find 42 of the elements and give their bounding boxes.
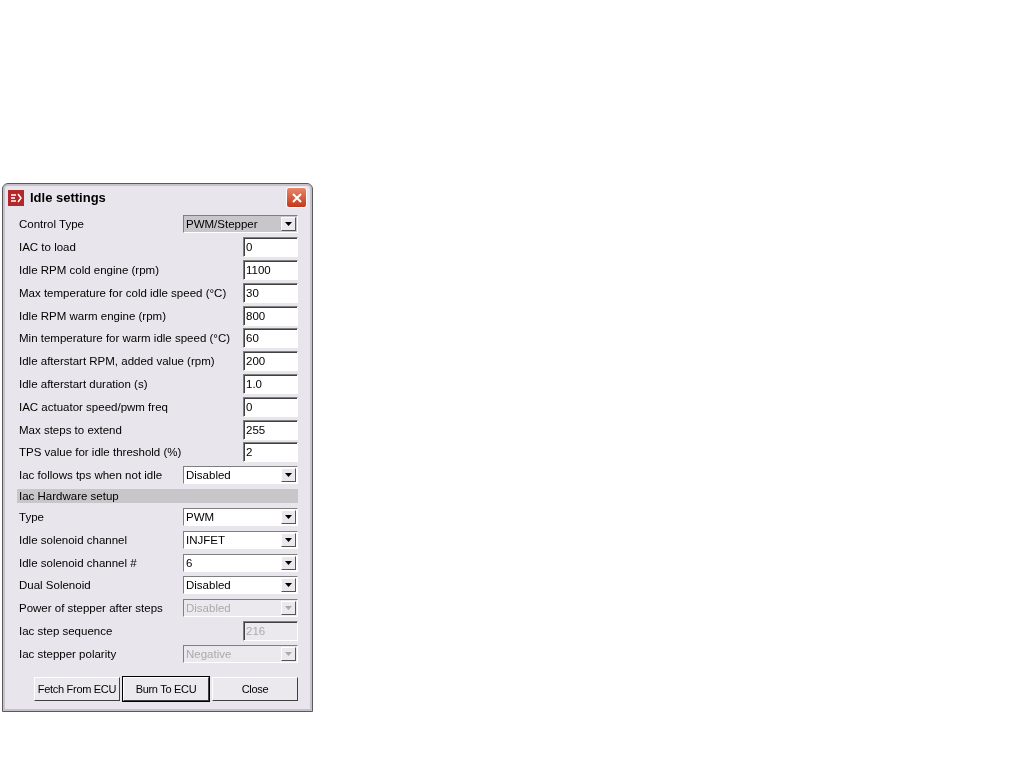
input-field[interactable]: 0: [243, 396, 298, 417]
field-label: Idle afterstart RPM, added value (rpm): [18, 355, 215, 368]
input-field[interactable]: 1100: [243, 260, 298, 280]
field-label: Max steps to extend: [18, 423, 122, 436]
input-field[interactable]: 200: [243, 351, 298, 372]
window-title: Idle settings: [30, 190, 107, 205]
dialog-button[interactable]: Burn To ECU: [123, 677, 209, 702]
app-logo-icon: [8, 189, 24, 206]
field-label: Idle RPM warm engine (rpm): [18, 309, 166, 322]
field-label: Iac step sequence: [18, 624, 113, 637]
input-field[interactable]: 30: [243, 282, 298, 303]
dialog-button[interactable]: Close: [212, 677, 298, 702]
field-label: Idle solenoid channel #: [18, 556, 137, 569]
dialog-button[interactable]: Fetch From ECU: [34, 677, 120, 702]
section-header: Iac Hardware setup: [17, 488, 298, 503]
input-field[interactable]: 0: [243, 237, 298, 258]
input-field[interactable]: 800: [243, 305, 298, 326]
dropdown[interactable]: 6: [183, 553, 298, 572]
input-field[interactable]: 60: [243, 328, 298, 349]
close-icon[interactable]: [286, 187, 307, 208]
field-label: TPS value for idle threshold (%): [18, 446, 182, 459]
field-label: Control Type: [18, 218, 84, 231]
dropdown[interactable]: Disabled: [183, 466, 298, 485]
field-label: Iac stepper polarity: [18, 647, 117, 660]
field-label: Dual Solenoid: [18, 579, 91, 592]
field-label: Max temperature for cold idle speed (°C): [18, 286, 227, 299]
field-label: Idle afterstart duration (s): [18, 377, 148, 390]
dropdown[interactable]: PWM/Stepper: [183, 215, 298, 234]
dropdown[interactable]: Disabled: [183, 576, 298, 595]
field-label: Idle solenoid channel: [18, 533, 128, 546]
field-label: Power of stepper after steps: [18, 602, 163, 615]
field-label: Type: [18, 510, 44, 523]
field-label: Idle RPM cold engine (rpm): [18, 264, 159, 276]
field-label: Iac follows tps when not idle: [18, 469, 163, 482]
input-field[interactable]: 255: [243, 419, 298, 440]
field-label: IAC actuator speed/pwm freq: [18, 400, 168, 413]
dropdown[interactable]: PWM: [183, 507, 298, 526]
input-field[interactable]: 2: [243, 442, 298, 463]
dropdown[interactable]: INJFET: [183, 530, 298, 549]
input-field[interactable]: 1.0: [243, 373, 298, 394]
field-label: Min temperature for warm idle speed (°C): [18, 332, 231, 345]
field-label: IAC to load: [18, 241, 76, 254]
